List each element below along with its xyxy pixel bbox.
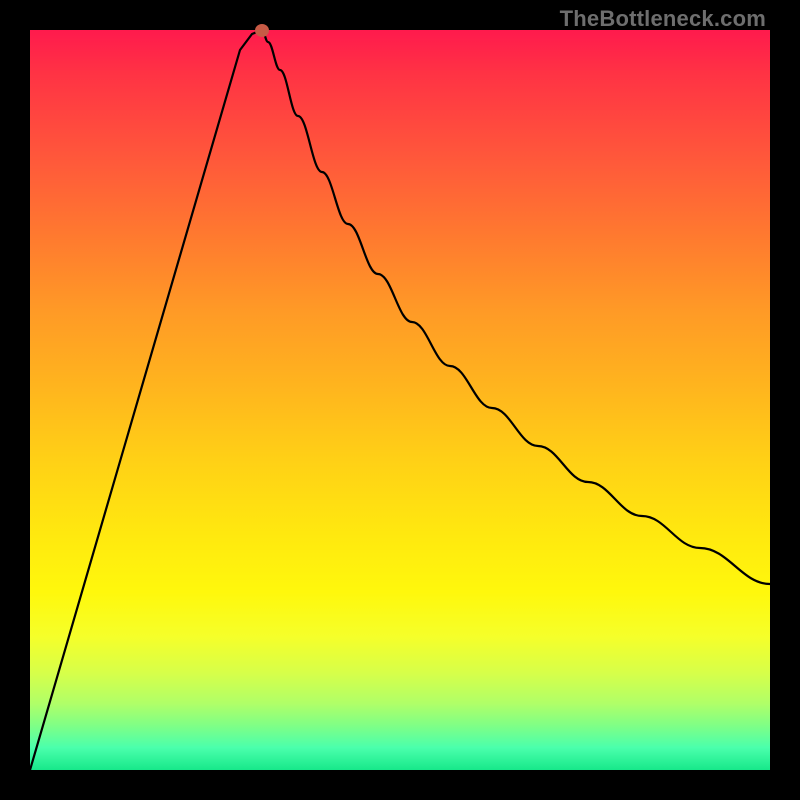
- watermark-text: TheBottleneck.com: [560, 6, 766, 32]
- curve-svg: [30, 30, 770, 770]
- left-line-path: [30, 30, 262, 770]
- right-curve-path: [262, 30, 770, 584]
- gradient-plot-area: [30, 30, 770, 770]
- minimum-marker-dot: [255, 24, 269, 37]
- chart-frame: TheBottleneck.com: [0, 0, 800, 800]
